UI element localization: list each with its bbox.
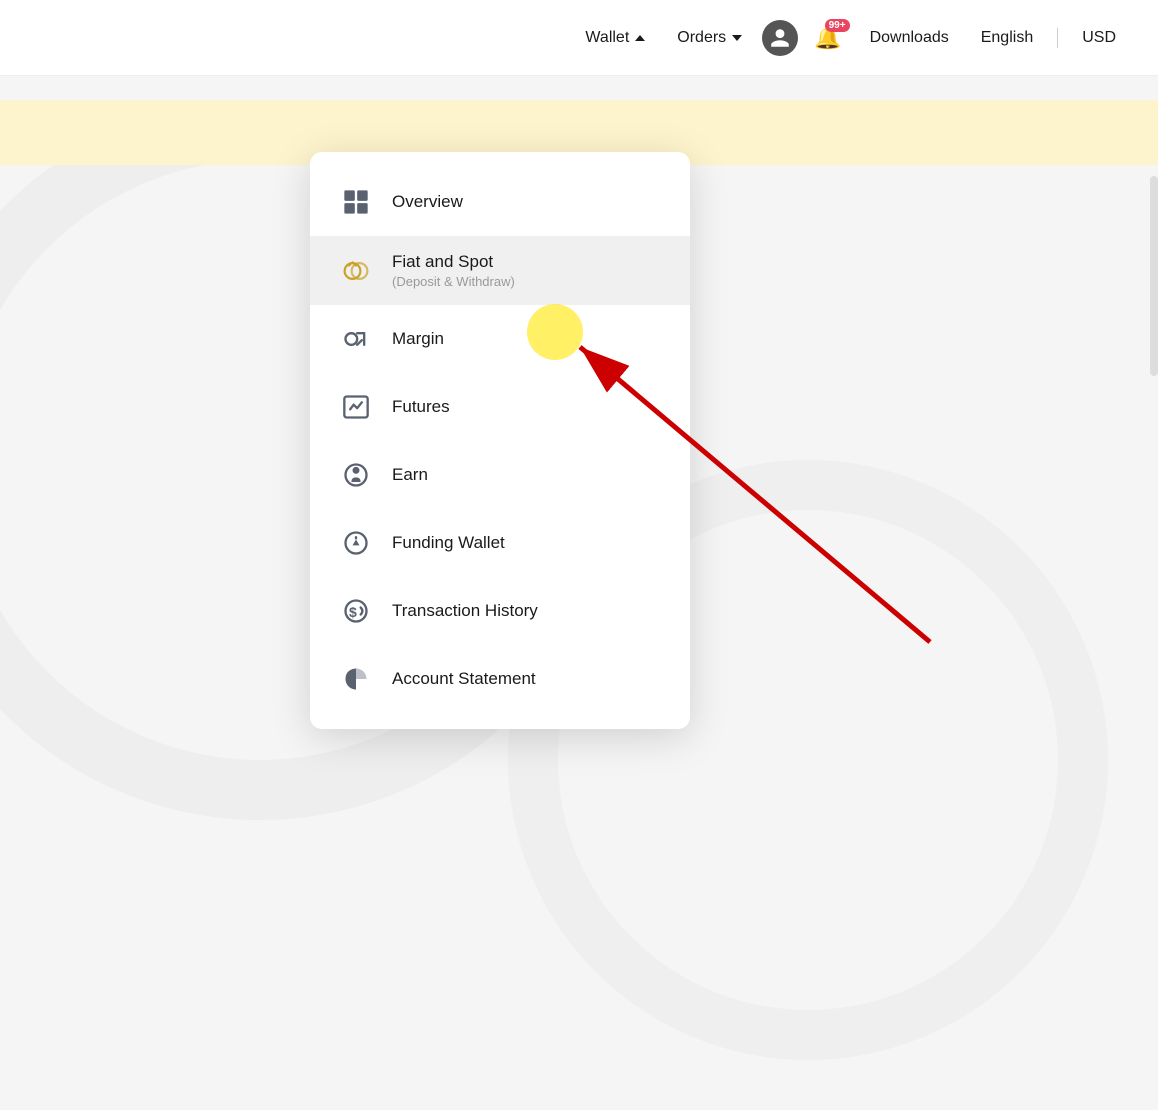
dropdown-menu-container: Overview Fiat and Spot (Deposit & Wit <box>310 152 690 729</box>
earn-text: Earn <box>392 465 428 485</box>
usd-nav-item[interactable]: USD <box>1070 21 1128 55</box>
scrollbar[interactable] <box>1150 176 1158 376</box>
overview-label: Overview <box>392 192 463 212</box>
usd-label: USD <box>1082 29 1116 47</box>
orders-caret-down-icon <box>732 35 742 41</box>
fiat-spot-sublabel: (Deposit & Withdraw) <box>392 274 515 289</box>
wallet-dropdown: Overview Fiat and Spot (Deposit & Wit <box>310 152 690 729</box>
wallet-nav-item[interactable]: Wallet <box>573 21 657 55</box>
orders-nav-item[interactable]: Orders <box>665 21 754 55</box>
navbar: Wallet Orders 🔔 99+ Downloads English US… <box>0 0 1158 76</box>
earn-label: Earn <box>392 465 428 485</box>
account-statement-text: Account Statement <box>392 669 536 689</box>
futures-icon <box>338 389 374 425</box>
downloads-nav-item[interactable]: Downloads <box>858 21 961 55</box>
menu-item-futures[interactable]: Futures <box>310 373 690 441</box>
account-statement-icon <box>338 661 374 697</box>
notification-bell[interactable]: 🔔 99+ <box>806 17 849 59</box>
overview-text: Overview <box>392 192 463 212</box>
funding-wallet-text: Funding Wallet <box>392 533 505 553</box>
futures-label: Futures <box>392 397 450 417</box>
main-content: Overview Fiat and Spot (Deposit & Wit <box>0 76 1158 1110</box>
downloads-label: Downloads <box>870 29 949 47</box>
earn-icon <box>338 457 374 493</box>
english-nav-item[interactable]: English <box>969 21 1045 55</box>
margin-icon <box>338 321 374 357</box>
avatar[interactable] <box>762 20 798 56</box>
menu-item-account-statement[interactable]: Account Statement <box>310 645 690 713</box>
english-label: English <box>981 29 1033 47</box>
menu-item-funding-wallet[interactable]: Funding Wallet <box>310 509 690 577</box>
notification-badge: 99+ <box>825 19 850 32</box>
fiat-spot-label: Fiat and Spot <box>392 252 515 272</box>
funding-wallet-icon <box>338 525 374 561</box>
funding-wallet-label: Funding Wallet <box>392 533 505 553</box>
menu-item-margin[interactable]: Margin <box>310 305 690 373</box>
orders-label: Orders <box>677 29 726 47</box>
nav-divider <box>1057 28 1058 48</box>
menu-item-fiat-spot[interactable]: Fiat and Spot (Deposit & Withdraw) <box>310 236 690 305</box>
fiat-spot-icon <box>338 253 374 289</box>
menu-item-overview[interactable]: Overview <box>310 168 690 236</box>
futures-text: Futures <box>392 397 450 417</box>
margin-label: Margin <box>392 329 444 349</box>
svg-text:$: $ <box>349 604 357 620</box>
menu-item-earn[interactable]: Earn <box>310 441 690 509</box>
transaction-history-text: Transaction History <box>392 601 538 621</box>
overview-icon <box>338 184 374 220</box>
menu-item-transaction-history[interactable]: $ Transaction History <box>310 577 690 645</box>
wallet-label: Wallet <box>585 29 629 47</box>
fiat-spot-text: Fiat and Spot (Deposit & Withdraw) <box>392 252 515 289</box>
transaction-history-icon: $ <box>338 593 374 629</box>
account-statement-label: Account Statement <box>392 669 536 689</box>
wallet-caret-up-icon <box>635 35 645 41</box>
margin-text: Margin <box>392 329 444 349</box>
transaction-history-label: Transaction History <box>392 601 538 621</box>
